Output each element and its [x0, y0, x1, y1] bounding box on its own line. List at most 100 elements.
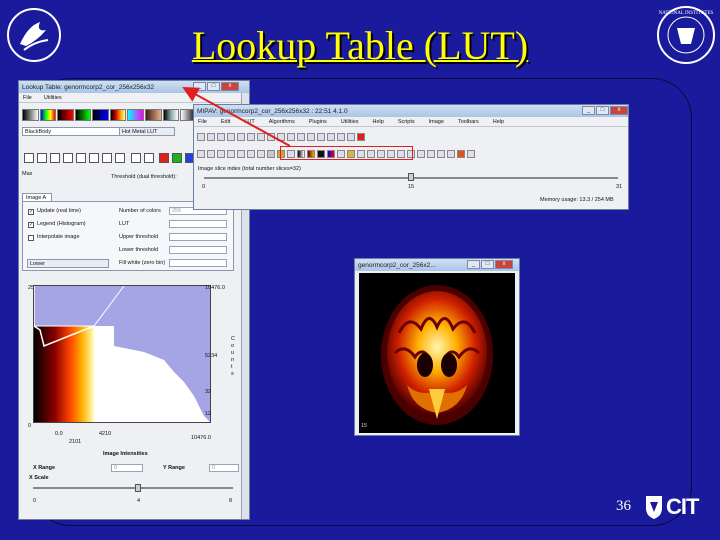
colormap-spectrum[interactable] [39, 109, 57, 121]
main-menu-edit[interactable]: Edit [221, 119, 230, 125]
histogram-plot[interactable] [33, 285, 211, 423]
slice-tick-1: 15 [408, 184, 415, 190]
colormap-select-right[interactable]: Hot Metal LUT [119, 127, 175, 136]
undo-icon[interactable] [347, 132, 355, 141]
lut-tool-icon-6[interactable] [89, 153, 99, 163]
lower-threshold-label: Lower threshold [119, 247, 159, 253]
open-icon[interactable] [197, 149, 205, 158]
polyline-icon[interactable] [267, 132, 275, 141]
line-icon[interactable] [217, 132, 225, 141]
paste-icon[interactable] [337, 132, 345, 141]
interpolate-checkbox[interactable] [28, 235, 34, 241]
lut-tool-icon-7[interactable] [102, 153, 112, 163]
colormap-gray[interactable] [22, 109, 39, 121]
main-menu-scripts[interactable]: Scripts [398, 119, 415, 125]
lut-tool-icon-8[interactable] [115, 153, 125, 163]
colormap-select[interactable]: BlackBody [22, 127, 122, 136]
minimize-button[interactable]: _ [193, 82, 206, 91]
hist-side-label: C o u n t s [231, 336, 235, 377]
capture-icon[interactable] [227, 149, 235, 158]
colormap-bone[interactable] [162, 109, 180, 121]
main-menu-plugins[interactable]: Plugins [309, 119, 327, 125]
color-wheel-icon[interactable] [457, 149, 465, 158]
menu-utilities[interactable]: Utilities [44, 95, 62, 101]
fill-white-field[interactable] [169, 259, 227, 267]
pointer-icon[interactable] [197, 132, 205, 141]
mag-icon[interactable] [417, 149, 425, 158]
lut-tool-icon-9[interactable] [131, 153, 141, 163]
colormap-cool[interactable] [127, 109, 145, 121]
levelset-icon[interactable] [277, 132, 285, 141]
link-icon[interactable] [447, 149, 455, 158]
lut-field[interactable] [169, 220, 227, 228]
lut-tool-icon-5[interactable] [76, 153, 86, 163]
copy-icon[interactable] [327, 132, 335, 141]
shield-icon [646, 496, 662, 519]
lut-field-label: LUT [119, 221, 130, 227]
lower-select[interactable]: Lower [27, 259, 109, 268]
main-menu-lut[interactable]: LUT [244, 119, 254, 125]
maximize-button[interactable]: □ [207, 82, 220, 91]
paint-grid-icon[interactable] [467, 149, 475, 158]
cut-icon[interactable] [317, 132, 325, 141]
flip-icon[interactable] [437, 149, 445, 158]
max-label: Max [22, 171, 33, 177]
text-icon[interactable] [207, 132, 215, 141]
colormap-hotmetal[interactable] [109, 109, 127, 121]
lut-tool-icon-3[interactable] [50, 153, 60, 163]
slice-thumb[interactable] [408, 173, 414, 181]
lut-tool-icon-4[interactable] [63, 153, 73, 163]
lut-red-icon[interactable] [159, 153, 169, 163]
legend-checkbox[interactable]: ✓ [28, 222, 34, 228]
fly-icon[interactable] [257, 149, 265, 158]
lut-tool-icon-10[interactable] [144, 153, 154, 163]
main-menu-file[interactable]: File [198, 119, 207, 125]
rotate-icon[interactable] [427, 149, 435, 158]
img-close-button[interactable]: x [495, 260, 513, 269]
close-button[interactable]: x [221, 82, 239, 91]
point-icon[interactable] [287, 132, 295, 141]
ellipse-icon[interactable] [247, 132, 255, 141]
rectangle-icon[interactable] [237, 132, 245, 141]
y-range-value: 0 [212, 465, 216, 471]
brain-image[interactable]: 15 [359, 273, 515, 433]
info-icon[interactable] [247, 149, 255, 158]
lower-threshold-field[interactable] [169, 246, 227, 254]
main-minimize-button[interactable]: _ [582, 106, 595, 115]
main-menu-algorithms[interactable]: Algorithms [269, 119, 295, 125]
lut-tool-icon-2[interactable] [37, 153, 47, 163]
lut-green-icon[interactable] [172, 153, 182, 163]
x-range-field[interactable]: 0 [111, 464, 143, 472]
main-menu-help[interactable]: Help [373, 119, 384, 125]
main-menu-image[interactable]: Image [429, 119, 444, 125]
main-maximize-button[interactable]: □ [596, 106, 609, 115]
lut-tool-icon-1[interactable] [24, 153, 34, 163]
num-colors-label: Number of colors [119, 208, 161, 214]
main-menu-toolbars[interactable]: Toolbars [458, 119, 479, 125]
update-checkbox[interactable]: ✓ [28, 209, 34, 215]
colormap-red[interactable] [57, 109, 74, 121]
protractor-icon[interactable] [297, 132, 305, 141]
main-close-button[interactable]: x [610, 106, 628, 115]
x-scale-thumb[interactable] [135, 484, 141, 492]
upper-threshold-field[interactable] [169, 233, 227, 241]
paint-icon[interactable] [357, 132, 365, 141]
menu-file[interactable]: File [23, 95, 32, 101]
img-minimize-button[interactable]: _ [467, 260, 480, 269]
ruler-icon[interactable] [307, 132, 315, 141]
main-menu-utilities[interactable]: Utilities [341, 119, 359, 125]
save-icon[interactable] [207, 149, 215, 158]
print-icon[interactable] [217, 149, 225, 158]
svg-text:NATIONAL INSTITUTES: NATIONAL INSTITUTES [659, 11, 714, 16]
main-window-titlebar[interactable]: MIPAV: genormcorp2_cor_256x256x32 : 22:5… [194, 105, 628, 117]
arrow-icon[interactable] [227, 132, 235, 141]
main-menu-help-2[interactable]: Help [493, 119, 504, 125]
grid-icon[interactable] [237, 149, 245, 158]
histogram-lut-icon[interactable] [267, 149, 275, 158]
y-range-field[interactable]: 0 [209, 464, 239, 472]
colormap-blue[interactable] [92, 109, 109, 121]
img-maximize-button[interactable]: □ [481, 260, 494, 269]
colormap-skin[interactable] [145, 109, 162, 121]
polygon-icon[interactable] [257, 132, 265, 141]
colormap-green[interactable] [74, 109, 92, 121]
